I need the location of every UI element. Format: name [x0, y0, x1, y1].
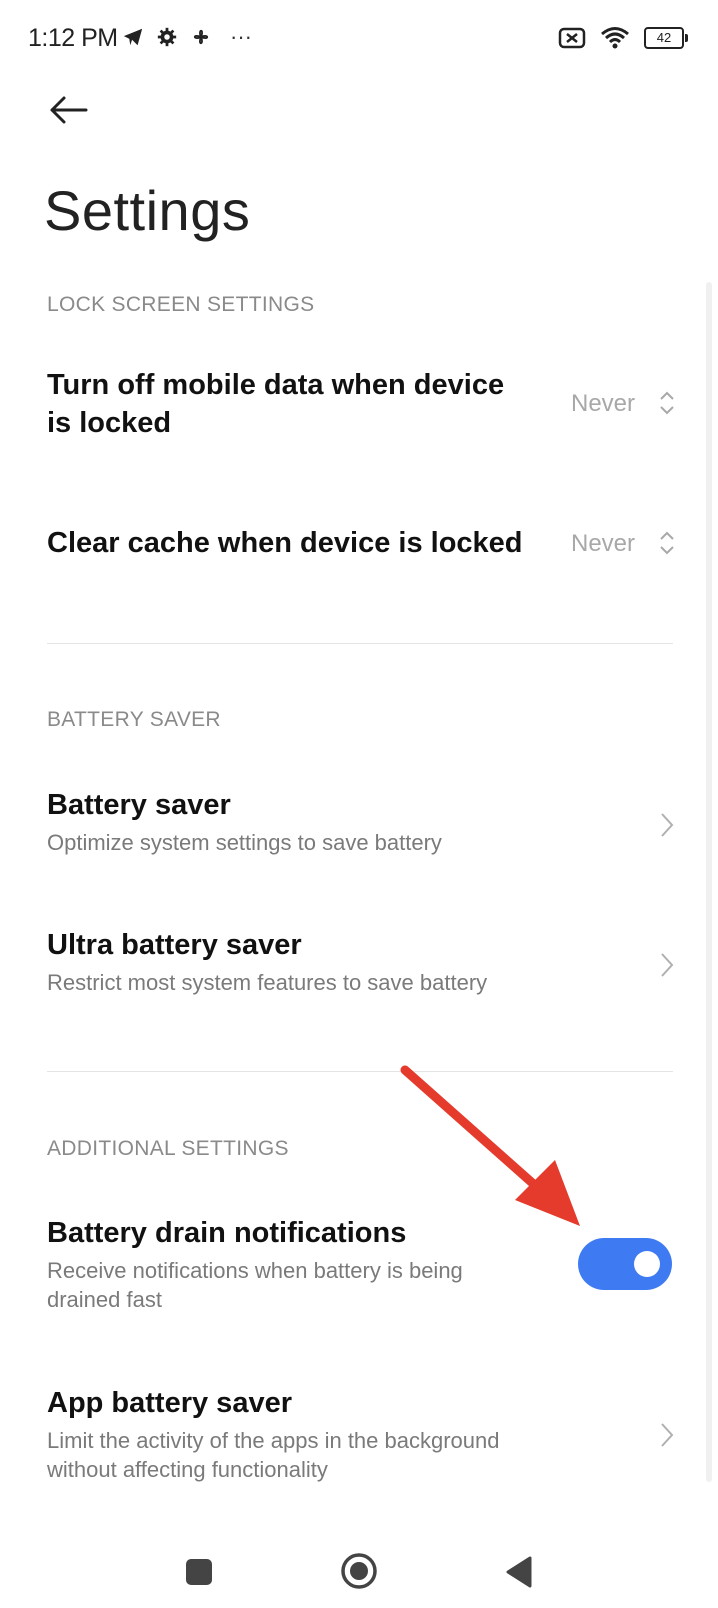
- setting-app-battery-saver[interactable]: App battery saver Limit the activity of …: [0, 1380, 718, 1490]
- setting-title: Turn off mobile data when device: [47, 369, 505, 401]
- back-icon[interactable]: [504, 1556, 534, 1588]
- section-header-additional-settings: ADDITIONAL SETTINGS: [47, 1137, 289, 1160]
- setting-value: Never: [571, 390, 636, 417]
- setting-mobile-data-locked[interactable]: Turn off mobile data when device is lock…: [0, 360, 718, 470]
- setting-subtitle: Optimize system settings to save battery: [47, 830, 442, 855]
- more-icon: ···: [230, 24, 252, 49]
- battery-drain-toggle[interactable]: [578, 1238, 672, 1290]
- setting-title: Ultra battery saver: [47, 929, 302, 961]
- fan-icon: [193, 29, 209, 45]
- section-header-battery-saver: BATTERY SAVER: [47, 708, 221, 731]
- status-icons-left: ···: [122, 24, 252, 50]
- chevron-right-icon: [661, 813, 674, 837]
- setting-subtitle-cont: without affecting functionality: [47, 1457, 328, 1482]
- chevron-right-icon: [661, 1423, 674, 1447]
- wifi-icon: [601, 27, 629, 49]
- setting-title: Battery drain notifications: [47, 1217, 407, 1249]
- battery-icon: 42: [644, 27, 688, 49]
- scrollbar[interactable]: [706, 282, 712, 1482]
- divider: [47, 643, 673, 644]
- recents-icon[interactable]: [186, 1559, 212, 1585]
- setting-ultra-battery-saver[interactable]: Ultra battery saver Restrict most system…: [0, 920, 718, 1020]
- setting-battery-saver[interactable]: Battery saver Optimize system settings t…: [0, 780, 718, 880]
- navigation-bar: [0, 1530, 718, 1608]
- setting-title: Clear cache when device is locked: [47, 527, 523, 559]
- setting-title: Battery saver: [47, 789, 231, 821]
- section-header-lock-screen: LOCK SCREEN SETTINGS: [47, 293, 315, 316]
- setting-subtitle: Restrict most system features to save ba…: [47, 970, 488, 995]
- toggle-knob: [634, 1251, 660, 1277]
- back-arrow-icon[interactable]: [46, 90, 90, 130]
- setting-subtitle-cont: drained fast: [47, 1287, 162, 1312]
- setting-clear-cache-locked[interactable]: Clear cache when device is locked Never: [0, 510, 718, 580]
- chevron-right-icon: [661, 953, 674, 977]
- setting-title: App battery saver: [47, 1387, 292, 1419]
- annotation-arrow: [400, 1065, 580, 1226]
- home-icon[interactable]: [340, 1552, 378, 1590]
- setting-subtitle: Receive notifications when battery is be…: [47, 1258, 463, 1283]
- status-icons-right: 42: [558, 26, 688, 50]
- setting-title-cont: is locked: [47, 407, 172, 439]
- setting-value: Never: [571, 530, 636, 557]
- telegram-icon: [123, 28, 143, 46]
- sim-off-icon: [558, 27, 586, 49]
- up-down-icon: [660, 391, 674, 415]
- status-time: 1:12 PM: [28, 24, 118, 52]
- setting-subtitle: Limit the activity of the apps in the ba…: [47, 1428, 500, 1453]
- up-down-icon: [660, 531, 674, 555]
- gear-icon: [157, 27, 177, 47]
- page-title: Settings: [44, 179, 251, 242]
